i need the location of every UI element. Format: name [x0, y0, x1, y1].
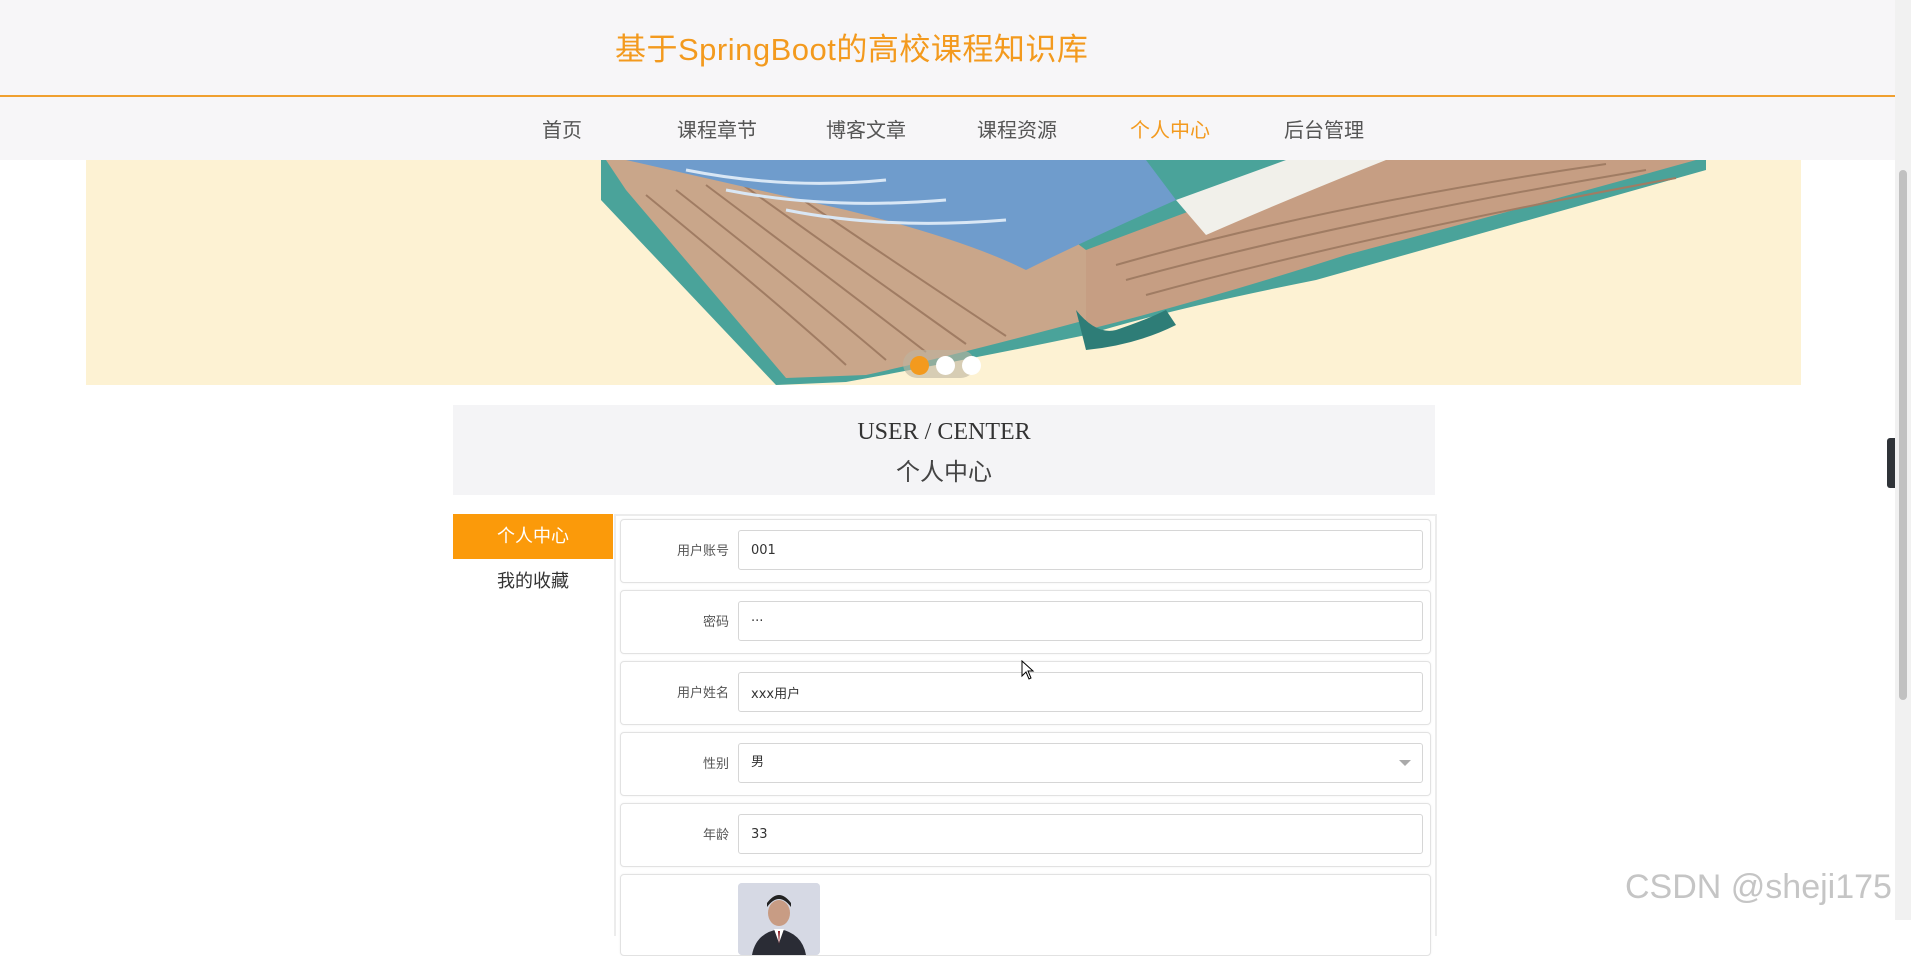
section-title-en: USER / CENTER — [857, 419, 1031, 445]
chevron-down-icon — [1399, 760, 1411, 766]
form-row-age: 年龄 — [620, 803, 1431, 867]
carousel-dot-2[interactable] — [936, 356, 955, 375]
nav-item-chapters[interactable]: 课程章节 — [677, 114, 757, 143]
user-sidebar: 个人中心 我的收藏 — [453, 514, 613, 604]
sidebar-item-favorites[interactable]: 我的收藏 — [453, 559, 613, 604]
main-nav: 首页 课程章节 博客文章 课程资源 个人中心 后台管理 — [0, 97, 1895, 160]
age-input[interactable] — [738, 814, 1423, 854]
scrollbar-thumb[interactable] — [1899, 170, 1907, 700]
nav-item-admin[interactable]: 后台管理 — [1284, 114, 1364, 143]
carousel-dot-1[interactable] — [910, 356, 929, 375]
age-label: 年龄 — [702, 828, 729, 843]
nav-item-user-center[interactable]: 个人中心 — [1130, 114, 1210, 143]
gender-select-value: 男 — [738, 743, 1423, 783]
nav-item-home[interactable]: 首页 — [542, 114, 582, 143]
form-row-avatar — [620, 874, 1431, 956]
avatar-photo — [738, 883, 820, 955]
site-title: 基于SpringBoot的高校课程知识库 — [615, 32, 1089, 67]
form-row-password: 密码 — [620, 590, 1431, 654]
account-label: 用户账号 — [676, 544, 729, 559]
password-input[interactable] — [738, 601, 1423, 641]
site-header: 基于SpringBoot的高校课程知识库 — [0, 0, 1895, 97]
watermark: CSDN @sheji175 — [1625, 868, 1892, 906]
section-header: USER / CENTER 个人中心 — [453, 405, 1435, 495]
carousel-dot-3[interactable] — [962, 356, 981, 375]
banner-carousel[interactable] — [86, 160, 1801, 385]
account-input[interactable] — [738, 530, 1423, 570]
sidebar-item-user-center[interactable]: 个人中心 — [453, 514, 613, 559]
nav-item-blog[interactable]: 博客文章 — [826, 114, 906, 143]
form-row-account: 用户账号 — [620, 519, 1431, 583]
avatar[interactable] — [738, 883, 820, 955]
user-info-form: 用户账号 密码 用户姓名 性别 男 年龄 — [614, 514, 1437, 956]
name-label: 用户姓名 — [676, 686, 729, 701]
password-label: 密码 — [702, 615, 729, 630]
section-title-cn: 个人中心 — [896, 460, 992, 486]
form-row-gender: 性别 男 — [620, 732, 1431, 796]
nav-item-resources[interactable]: 课程资源 — [977, 114, 1057, 143]
gender-select[interactable]: 男 — [738, 743, 1423, 783]
gender-label: 性别 — [702, 757, 729, 772]
carousel-indicators — [903, 350, 981, 378]
name-input[interactable] — [738, 672, 1423, 712]
mouse-cursor-icon — [1021, 660, 1035, 680]
